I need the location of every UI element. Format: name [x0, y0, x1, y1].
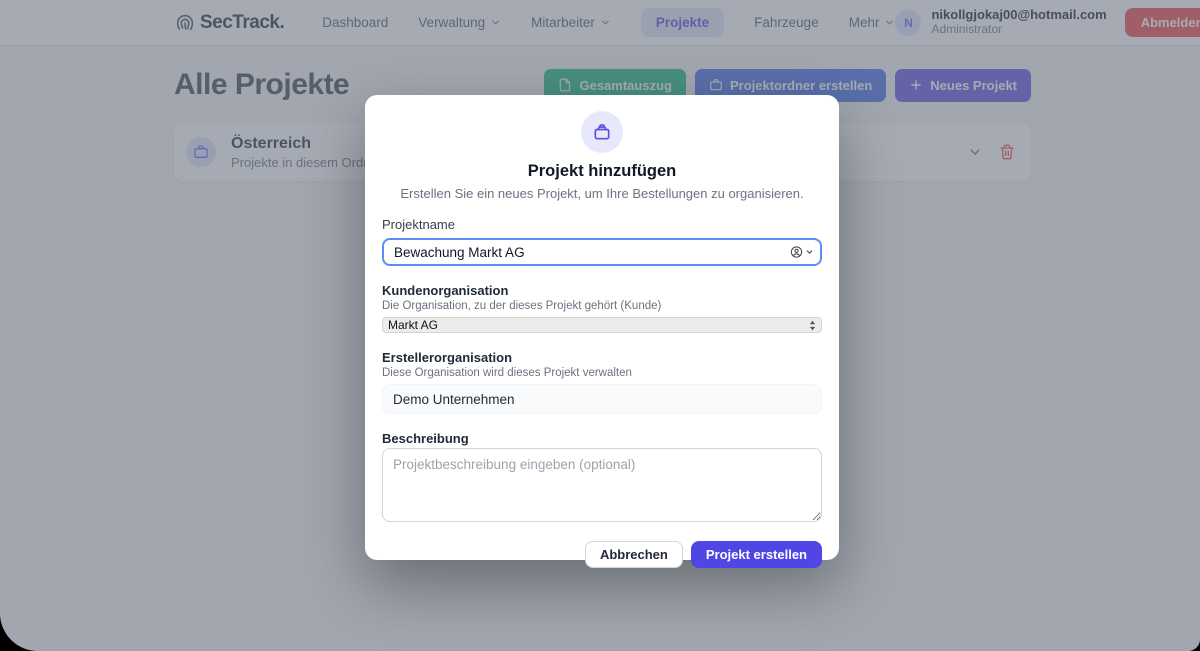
creator-org-helper: Diese Organisation wird dieses Projekt v…: [382, 367, 822, 379]
customer-org-helper: Die Organisation, zu der dieses Projekt …: [382, 300, 822, 312]
add-project-modal: Projekt hinzufügen Erstellen Sie ein neu…: [365, 95, 839, 560]
modal-header: Projekt hinzufügen Erstellen Sie ein neu…: [365, 95, 839, 201]
customer-org-field-group: Kundenorganisation Die Organisation, zu …: [382, 283, 822, 333]
modal-footer: Abbrechen Projekt erstellen: [365, 527, 839, 568]
customer-org-label: Kundenorganisation: [382, 283, 822, 298]
project-name-label: Projektname: [382, 217, 822, 232]
contact-icon: [790, 246, 803, 259]
autofill-dropdown-icon[interactable]: [790, 246, 814, 259]
project-name-input[interactable]: [382, 238, 822, 266]
briefcase-icon: [592, 122, 612, 142]
creator-org-value: Demo Unternehmen: [382, 384, 822, 414]
description-field-group: Beschreibung: [382, 431, 822, 527]
selected-option: Markt AG: [388, 319, 809, 331]
creator-org-label: Erstellerorganisation: [382, 350, 822, 365]
create-project-button[interactable]: Projekt erstellen: [691, 541, 822, 568]
description-label: Beschreibung: [382, 431, 822, 446]
customer-org-select[interactable]: Markt AG: [382, 317, 822, 333]
modal-icon-circle: [581, 111, 623, 153]
modal-title: Projekt hinzufügen: [365, 162, 839, 181]
modal-body: Projektname Kundenorganisation Die Organ…: [365, 201, 839, 527]
description-textarea[interactable]: [382, 448, 822, 522]
chevron-down-icon: [805, 248, 814, 257]
project-name-field-group: Projektname: [382, 217, 822, 266]
cancel-button[interactable]: Abbrechen: [585, 541, 683, 568]
modal-subtitle: Erstellen Sie ein neues Projekt, um Ihre…: [365, 186, 839, 201]
select-arrows-icon: [809, 320, 816, 331]
creator-org-field-group: Erstellerorganisation Diese Organisation…: [382, 350, 822, 414]
